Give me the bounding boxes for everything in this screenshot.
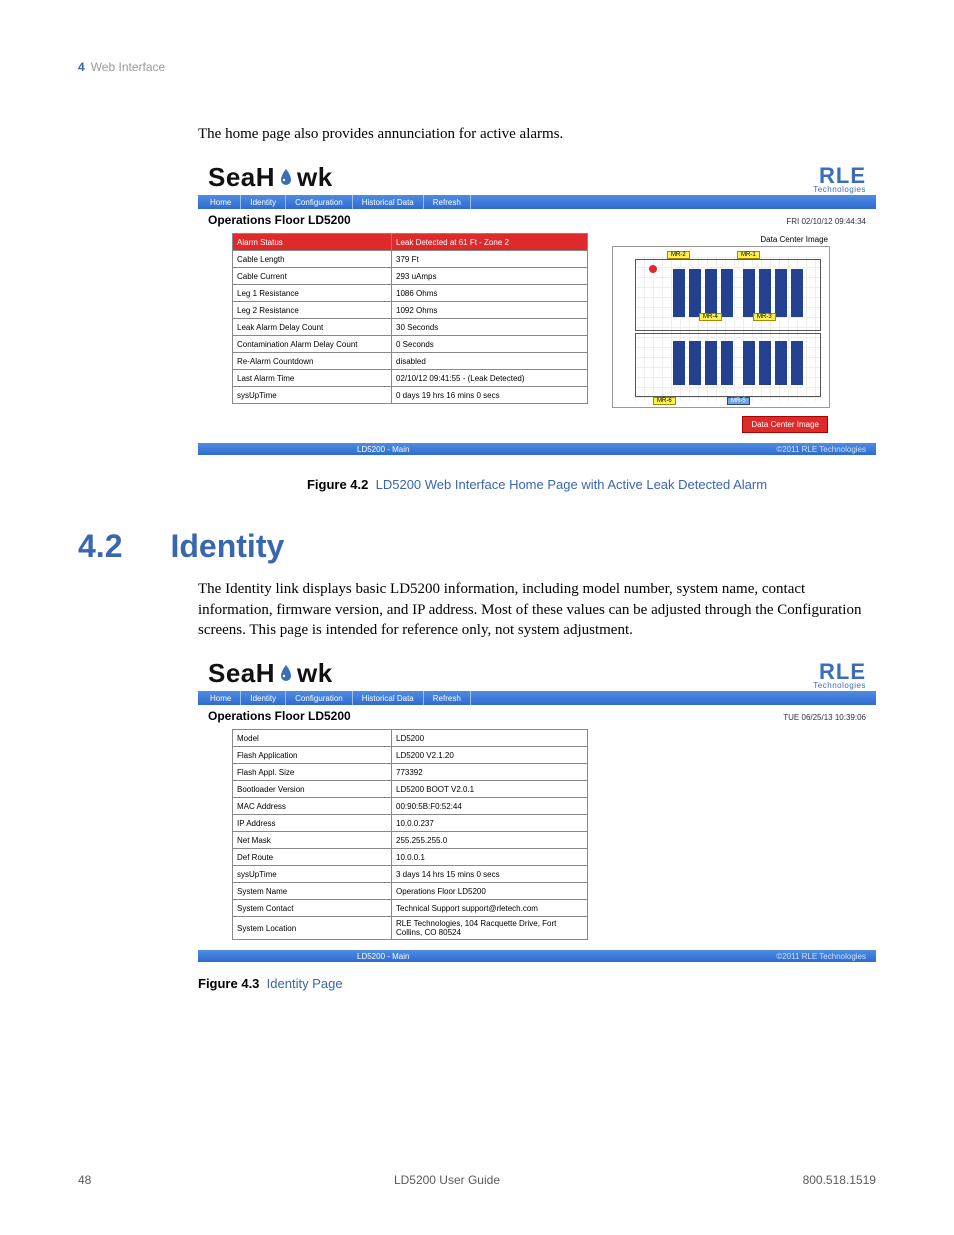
rle-logo: RLE Technologies (813, 662, 866, 689)
tab-refresh[interactable]: Refresh (424, 691, 471, 705)
running-header: 4 Web Interface (78, 60, 876, 74)
intro-paragraph-1: The home page also provides annunciation… (198, 124, 876, 144)
screenshot-footer: LD5200 - Main ©2011 RLE Technologies (198, 443, 876, 455)
table-row: Net Mask255.255.255.0 (233, 832, 588, 849)
section-title: Identity (170, 528, 284, 565)
nav-tabs: Home Identity Configuration Historical D… (198, 195, 876, 209)
table-row: Leg 2 Resistance1092 Ohms (233, 302, 588, 319)
tab-home[interactable]: Home (198, 691, 241, 705)
rack-label: MR-1 (737, 251, 760, 259)
table-row: Bootloader VersionLD5200 BOOT V2.0.1 (233, 781, 588, 798)
chapter-title: Web Interface (91, 60, 165, 74)
table-row: Contamination Alarm Delay Count0 Seconds (233, 336, 588, 353)
tab-historical-data[interactable]: Historical Data (353, 195, 424, 209)
map-title: Data Center Image (612, 233, 828, 246)
section-number: 4.2 (78, 528, 122, 565)
footer-center: LD5200 - Main (357, 952, 409, 961)
timestamp: TUE 06/25/13 10:39:06 (783, 713, 866, 722)
doc-title: LD5200 User Guide (394, 1173, 500, 1187)
footer-copyright: ©2011 RLE Technologies (776, 952, 866, 961)
tab-configuration[interactable]: Configuration (286, 691, 353, 705)
screenshot-footer: LD5200 - Main ©2011 RLE Technologies (198, 950, 876, 962)
table-row: Alarm StatusLeak Detected at 61 Ft - Zon… (233, 234, 588, 251)
figure-4-3-screenshot: SeaHwk RLE Technologies Home Identity Co… (198, 654, 876, 962)
table-row: Last Alarm Time02/10/12 09:41:55 - (Leak… (233, 370, 588, 387)
table-row: Def Route10.0.0.1 (233, 849, 588, 866)
timestamp: FRI 02/10/12 09:44:34 (786, 217, 866, 226)
brand-bar: SeaHwk RLE Technologies (198, 158, 876, 195)
page-footer: 48 LD5200 User Guide 800.518.1519 (78, 1173, 876, 1187)
chapter-number: 4 (78, 60, 85, 74)
table-row: ModelLD5200 (233, 730, 588, 747)
table-row: Flash ApplicationLD5200 V2.1.20 (233, 747, 588, 764)
table-row: Cable Length379 Ft (233, 251, 588, 268)
rle-logo: RLE Technologies (813, 166, 866, 193)
rack-label: MR-6 (653, 397, 676, 405)
table-row: Leak Alarm Delay Count30 Seconds (233, 319, 588, 336)
status-table: Alarm StatusLeak Detected at 61 Ft - Zon… (232, 233, 588, 404)
rack-label: MR-5 (727, 397, 750, 405)
table-row: Leg 1 Resistance1086 Ohms (233, 285, 588, 302)
page-number: 48 (78, 1173, 91, 1187)
rack-label: MR-3 (753, 313, 776, 321)
figure-4-2-screenshot: SeaHwk RLE Technologies Home Identity Co… (198, 158, 876, 455)
table-row: System ContactTechnical Support support@… (233, 900, 588, 917)
page-title-line: Operations Floor LD5200 FRI 02/10/12 09:… (198, 209, 876, 233)
phone-number: 800.518.1519 (803, 1173, 876, 1187)
tab-identity[interactable]: Identity (241, 195, 286, 209)
figure-4-2-caption: Figure 4.2 LD5200 Web Interface Home Pag… (198, 477, 876, 492)
table-row: sysUpTime3 days 14 hrs 15 mins 0 secs (233, 866, 588, 883)
rack-label: MR-4 (699, 313, 722, 321)
table-row: System LocationRLE Technologies, 104 Rac… (233, 917, 588, 940)
table-row: Re-Alarm Countdowndisabled (233, 353, 588, 370)
table-row: System NameOperations Floor LD5200 (233, 883, 588, 900)
data-center-image-link[interactable]: Data Center Image (612, 414, 828, 433)
nav-tabs: Home Identity Configuration Historical D… (198, 691, 876, 705)
identity-table: ModelLD5200Flash ApplicationLD5200 V2.1.… (232, 729, 588, 940)
table-row: Flash Appl. Size773392 (233, 764, 588, 781)
tab-refresh[interactable]: Refresh (424, 195, 471, 209)
seahawk-logo: SeaHwk (208, 162, 333, 193)
footer-center: LD5200 - Main (357, 445, 409, 454)
intro-paragraph-2: The Identity link displays basic LD5200 … (198, 579, 876, 640)
section-heading: 4.2 Identity (78, 528, 876, 565)
table-row: MAC Address00:90:5B:F0:52:44 (233, 798, 588, 815)
rack-label: MR-2 (667, 251, 690, 259)
data-center-map[interactable]: MR-2 MR-1 MR-4 MR-3 MR-6 MR-5 (612, 246, 830, 408)
tab-home[interactable]: Home (198, 195, 241, 209)
tab-identity[interactable]: Identity (241, 691, 286, 705)
tab-configuration[interactable]: Configuration (286, 195, 353, 209)
table-row: sysUpTime0 days 19 hrs 16 mins 0 secs (233, 387, 588, 404)
brand-bar: SeaHwk RLE Technologies (198, 654, 876, 691)
table-row: IP Address10.0.0.237 (233, 815, 588, 832)
footer-copyright: ©2011 RLE Technologies (776, 445, 866, 454)
page-title: Operations Floor LD5200 (208, 213, 351, 227)
figure-4-3-caption: Figure 4.3 Identity Page (198, 976, 876, 991)
page-title: Operations Floor LD5200 (208, 709, 351, 723)
table-row: Cable Current293 uAmps (233, 268, 588, 285)
tab-historical-data[interactable]: Historical Data (353, 691, 424, 705)
map-panel: Data Center Image (612, 233, 828, 433)
page-title-line: Operations Floor LD5200 TUE 06/25/13 10:… (198, 705, 876, 729)
seahawk-logo: SeaHwk (208, 658, 333, 689)
